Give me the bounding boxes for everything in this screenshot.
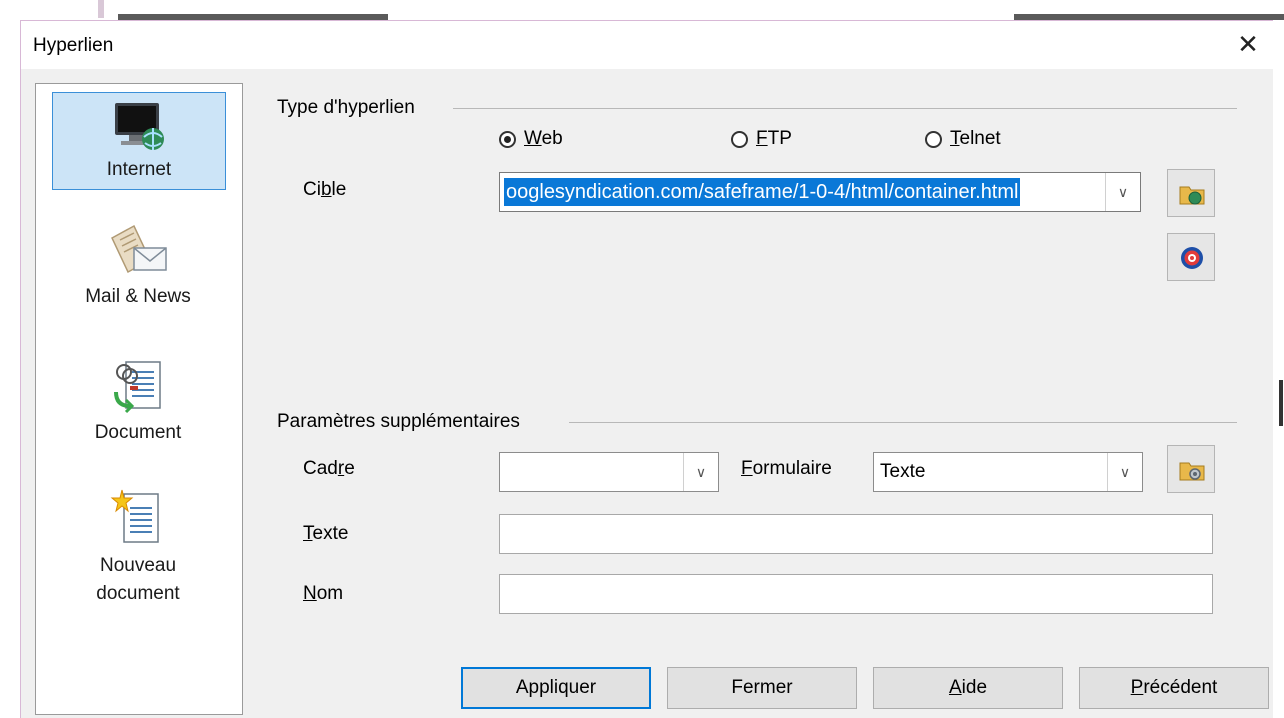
frame-label: Cadre	[303, 458, 355, 480]
folder-gear-icon	[1179, 462, 1205, 481]
label-part: ormulaire	[752, 458, 832, 479]
sidebar-item-label: Internet	[106, 159, 172, 180]
form-combobox[interactable]: Texte ∨	[873, 452, 1143, 492]
radio-label-rest: TP	[767, 128, 792, 149]
sidebar-item-label: Document	[94, 422, 182, 443]
hyperlink-type-heading: Type d'hyperlien	[277, 97, 415, 118]
radio-label-rest: elnet	[959, 128, 1001, 149]
button-label-rest: récédent	[1143, 677, 1218, 698]
close-button[interactable]: Fermer	[667, 667, 857, 709]
radio-label-rest: eb	[541, 128, 563, 149]
target-url-value[interactable]: ooglesyndication.com/safeframe/1-0-4/htm…	[504, 178, 1021, 206]
section-divider	[569, 422, 1237, 423]
radio-ftp[interactable]: FTP	[731, 128, 792, 150]
sidebar-item-label-line: document	[96, 583, 180, 604]
label-part: e	[344, 458, 355, 479]
events-button[interactable]	[1167, 445, 1215, 493]
accel-key: T	[303, 523, 313, 544]
sidebar-item-new-document[interactable]: Nouveau document	[52, 486, 224, 616]
background-mark	[1279, 380, 1283, 426]
folder-globe-icon	[1179, 186, 1205, 205]
label-part: Ci	[303, 179, 321, 200]
accel-key: W	[524, 128, 542, 149]
background-mark	[98, 0, 104, 18]
form-label: Formulaire	[741, 458, 832, 480]
extra-settings-heading: Paramètres supplémentaires	[277, 411, 520, 432]
label-part: exte	[312, 523, 349, 544]
chevron-down-icon[interactable]: ∨	[1105, 173, 1140, 211]
new-document-icon	[110, 489, 159, 543]
dialog-title: Hyperlien	[33, 35, 114, 56]
accel-key: b	[320, 179, 332, 200]
form-value: Texte	[880, 461, 926, 482]
text-label: Texte	[303, 523, 348, 545]
internet-globe-monitor-icon	[115, 103, 164, 150]
target-url-combobox[interactable]: ooglesyndication.com/safeframe/1-0-4/htm…	[499, 172, 1141, 212]
accel-key: N	[303, 583, 317, 604]
chevron-down-icon[interactable]: ∨	[683, 453, 718, 491]
sidebar-item-mail-news[interactable]: Mail & News	[52, 220, 224, 320]
hyperlink-dialog: Hyperlien ✕ Internet Mail & News Documen…	[20, 20, 1273, 718]
accel-key: P	[1130, 677, 1144, 698]
accel-key: A	[948, 677, 962, 698]
document-link-icon	[114, 361, 161, 414]
accel-key: F	[741, 458, 753, 479]
apply-button[interactable]: Appliquer	[461, 667, 651, 709]
previous-button[interactable]: Précédent	[1079, 667, 1269, 709]
close-icon[interactable]: ✕	[1231, 27, 1265, 61]
accel-key: T	[950, 128, 960, 149]
radio-web-indicator	[499, 130, 516, 148]
text-field[interactable]	[499, 514, 1213, 554]
mail-news-icon	[111, 224, 167, 274]
target-icon	[1181, 247, 1203, 269]
chevron-down-icon[interactable]: ∨	[1107, 453, 1142, 491]
frame-combobox[interactable]: ∨	[499, 452, 719, 492]
sidebar-item-label-line: Nouveau	[99, 555, 177, 576]
button-label-rest: ide	[961, 677, 988, 698]
accel-key: F	[756, 128, 768, 149]
background-edge	[1272, 20, 1284, 717]
sidebar-item-document[interactable]: Document	[52, 356, 224, 456]
sidebar-item-label: Mail & News	[85, 286, 191, 307]
open-file-button[interactable]	[1167, 169, 1215, 217]
label-part: le	[331, 179, 347, 200]
label-part: om	[316, 583, 344, 604]
radio-web[interactable]: Web	[499, 128, 563, 150]
radio-ftp-label: FTP	[756, 128, 792, 150]
target-in-document-button[interactable]	[1167, 233, 1215, 281]
target-label: Cible	[303, 179, 346, 201]
radio-telnet-label: Telnet	[950, 128, 1001, 150]
radio-telnet-indicator	[925, 130, 942, 148]
label-part: Cad	[303, 458, 338, 479]
radio-web-label: Web	[524, 128, 563, 150]
sidebar-item-internet[interactable]: Internet	[52, 92, 226, 190]
name-label: Nom	[303, 583, 343, 605]
section-divider	[453, 108, 1237, 109]
sidebar-item-label: Nouveau document	[52, 552, 224, 608]
help-button[interactable]: Aide	[873, 667, 1063, 709]
radio-telnet[interactable]: Telnet	[925, 128, 1001, 150]
title-bar[interactable]: Hyperlien ✕	[21, 21, 1273, 69]
name-field[interactable]	[499, 574, 1213, 614]
hyperlink-category-sidebar: Internet Mail & News Document Nouveau do…	[35, 83, 243, 715]
radio-ftp-indicator	[731, 130, 748, 148]
background-strip	[0, 0, 1284, 20]
